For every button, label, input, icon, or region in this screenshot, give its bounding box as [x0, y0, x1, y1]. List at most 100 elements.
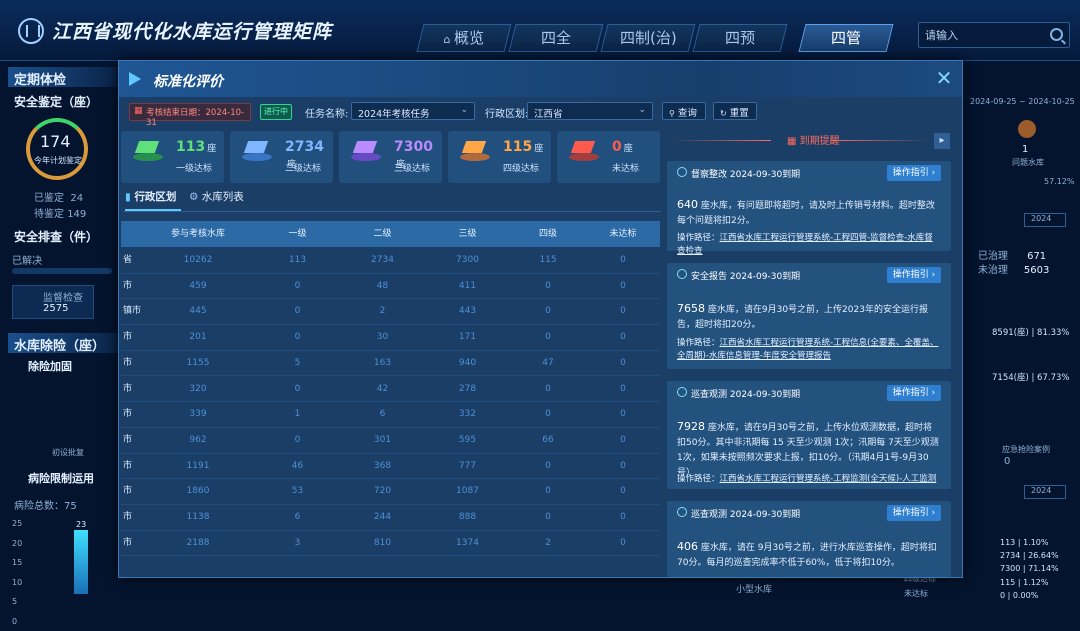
guide-button[interactable]: 操作指引 ›: [887, 267, 941, 283]
table-cell: 1: [294, 409, 301, 420]
tab-overview[interactable]: ⌂ 概览: [416, 24, 512, 52]
table-cell: 0: [545, 383, 551, 394]
table-cell: 339: [189, 409, 207, 420]
treated: 已治理 671: [978, 251, 1047, 262]
tab-four-all[interactable]: 四全: [508, 24, 604, 52]
table-cell: 0: [545, 409, 551, 420]
table-cell: 7300: [456, 255, 479, 265]
home-icon: ⌂: [443, 33, 450, 46]
logo-icon: [18, 18, 44, 44]
year-select-1[interactable]: 2024: [1024, 213, 1066, 227]
table-cell: 0: [620, 537, 626, 548]
table-cell: 810: [373, 537, 392, 548]
reminder-line-right: [831, 140, 931, 141]
reset-button[interactable]: ↻ 重置: [713, 102, 757, 120]
table-cell: 53: [291, 486, 304, 497]
table-row[interactable]: 市 320 0 42 278 0 0: [121, 376, 660, 403]
table-cell: 962: [189, 434, 207, 445]
guide-button[interactable]: 操作指引 ›: [887, 165, 941, 181]
path-link[interactable]: 江西省水库工程运行管理系统-工程监测(全天候)-人工监测: [720, 474, 937, 484]
table-cell: 47: [542, 357, 554, 368]
table-row[interactable]: 市 1191 46 368 777 0 0: [121, 453, 660, 480]
region-name-cell: 市: [123, 383, 133, 394]
table-row[interactable]: 市 339 1 6 332 0 0: [121, 401, 660, 428]
table-cell: 320: [189, 383, 207, 394]
table-cell: 0: [620, 383, 626, 394]
first-approval-label: 初设批复: [52, 448, 84, 457]
refresh-icon: ↻: [720, 109, 727, 118]
card-level1: 113 座 一级达标: [121, 131, 224, 183]
table-cell: 0: [620, 280, 626, 291]
table-row[interactable]: 市 201 0 30 171 0 0: [121, 324, 660, 351]
table-cell: 0: [620, 255, 626, 265]
table-cell: 244: [373, 512, 392, 522]
region-name-cell: 市: [123, 537, 133, 548]
year-select-2[interactable]: 2024: [1024, 485, 1066, 499]
table-cell: 1860: [186, 486, 210, 497]
reminder-header: 巡查观测 2024-09-30到期 操作指引 ›: [667, 381, 951, 405]
table-cell: 0: [620, 306, 626, 317]
reminder-header: 安全报告 2024-09-30到期 操作指引 ›: [667, 263, 951, 287]
table-row[interactable]: 市 962 0 301 595 66 0: [121, 427, 660, 454]
table-row[interactable]: 市 1860 53 720 1087 0 0: [121, 478, 660, 505]
tab-region[interactable]: ▮ 行政区划: [125, 189, 176, 204]
table-cell: 0: [620, 434, 626, 445]
close-icon[interactable]: ✕: [934, 68, 954, 88]
table-cell: 459: [189, 280, 207, 291]
table-cell: 0: [545, 280, 551, 291]
table-row[interactable]: 镇市 445 0 2 443 0 0: [121, 298, 660, 326]
reminder-line-left: [671, 140, 771, 141]
table-cell: 48: [376, 280, 389, 291]
tab-reservoir-list[interactable]: ⚙ 水库列表: [189, 189, 244, 204]
table-cell: 6: [379, 409, 386, 420]
table-row[interactable]: 市 2188 3 810 1374 2 0: [121, 530, 660, 557]
modal-title: 标准化评价: [153, 74, 223, 90]
reminder-card: 巡查观测 2024-09-30到期 操作指引 › 7928 座水库，请在9月30号…: [667, 381, 951, 489]
modal-header: 标准化评价 ✕: [119, 61, 962, 97]
reminder-header: 督察整改 2024-09-30到期 操作指引 ›: [667, 161, 951, 185]
guide-button[interactable]: 操作指引 ›: [887, 385, 941, 401]
level1-icon: [133, 141, 163, 165]
reminder-title: ▦ 到期提醒: [787, 136, 840, 147]
app-title: 江西省现代化水库运行管理矩阵: [52, 21, 333, 43]
table-cell: 0: [294, 280, 301, 291]
query-button[interactable]: ⚲ 查询: [662, 102, 706, 120]
table-row[interactable]: 市 1155 5 163 940 47 0: [121, 350, 660, 377]
region-name-cell: 市: [123, 357, 133, 368]
reminder-card: 安全报告 2024-09-30到期 操作指引 › 7658 座水库，请在9月30号…: [667, 263, 951, 369]
reminder-text: 406 座水库，请在 9月30号之前，进行水库巡查操作，超时将扣70分。每月的巡…: [677, 540, 937, 568]
table-cell: 443: [458, 306, 477, 317]
region-name-cell: 市: [123, 332, 133, 343]
region-select[interactable]: 江西省 ⌄: [527, 102, 653, 120]
tab-four-system[interactable]: 四制(治): [600, 24, 696, 52]
table-row[interactable]: 市 459 0 48 411 0 0: [121, 273, 660, 300]
play-arrow-icon: [129, 72, 141, 86]
reminder-text: 7928 座水库，请在9月30号之前，上传水位观测数据，超时将扣50分。其中非汛…: [677, 420, 939, 478]
table-row[interactable]: 市 1138 6 244 888 0 0: [121, 504, 660, 531]
search-input[interactable]: 请输入: [918, 22, 1070, 48]
table-cell: 368: [373, 460, 392, 471]
region-name-cell: 市: [123, 486, 133, 497]
tab-four-manage[interactable]: 四管: [798, 24, 894, 52]
reinforce-title: 除险加固: [28, 360, 72, 373]
emergency-value: 0: [1004, 456, 1011, 467]
table-cell: 171: [458, 332, 477, 343]
top-header: 江西省现代化水库运行管理矩阵 ⌂ 概览 四全 四制(治) 四预 四管 请输入: [0, 0, 1080, 61]
table-cell: 0: [294, 332, 301, 343]
guide-button[interactable]: 操作指引 ›: [887, 505, 941, 521]
tab-four-predict[interactable]: 四预: [692, 24, 788, 52]
table-row[interactable]: 省 10262 113 2734 7300 115 0: [121, 247, 660, 274]
search-icon[interactable]: [1050, 28, 1063, 41]
table-cell: 30: [376, 332, 389, 343]
collapse-button[interactable]: ▸: [934, 133, 950, 149]
table-cell: 2: [545, 537, 551, 548]
table-cell: 42: [376, 383, 389, 394]
table-cell: 0: [545, 306, 551, 317]
table-cell: 0: [545, 460, 551, 471]
task-select[interactable]: 2024年考核任务 ⌄: [351, 102, 475, 120]
safety-check-title: 安全排查（件）: [14, 230, 99, 244]
resolved-progress: [12, 268, 112, 274]
chevron-down-icon: ⌄: [460, 105, 468, 115]
right-panel: 2024-09-25 ~ 2024-10-25 1 问题水库 57.12% 20…: [962, 60, 1080, 608]
level4-icon: [460, 141, 490, 165]
